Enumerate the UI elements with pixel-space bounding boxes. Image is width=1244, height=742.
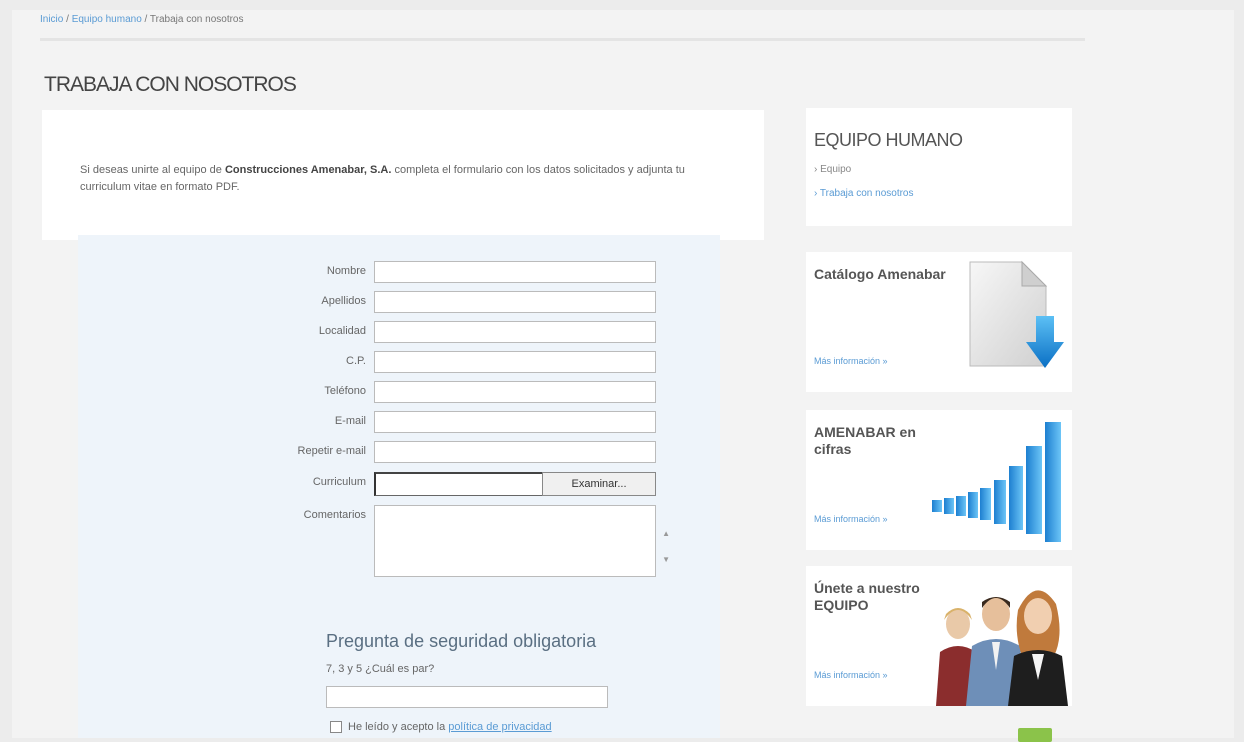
breadcrumb-divider <box>40 38 1085 41</box>
breadcrumb-current: Trabaja con nosotros <box>149 14 244 25</box>
form-row-localidad: Localidad <box>78 321 678 343</box>
bar-chart-icon <box>932 422 1061 542</box>
telefono-input[interactable] <box>374 381 656 403</box>
comentarios-textarea[interactable] <box>374 505 656 577</box>
intro-text-before: Si deseas unirte al equipo de <box>80 164 225 176</box>
form-row-telefono: Teléfono <box>78 381 678 403</box>
security-question-text: 7, 3 y 5 ¿Cuál es par? <box>326 663 435 675</box>
team-people-image <box>936 590 1068 706</box>
intro-box: Si deseas unirte al equipo de Construcci… <box>42 110 764 240</box>
equipo-link[interactable]: › Equipo <box>814 164 851 175</box>
accept-privacy: He leído y acepto la política de privaci… <box>330 721 552 734</box>
privacy-policy-link[interactable]: política de privacidad <box>448 721 551 733</box>
application-form: Nombre Apellidos Localidad C.P. Teléfono… <box>78 235 720 738</box>
intro-text: Si deseas unirte al equipo de Construcci… <box>80 162 710 196</box>
email-input[interactable] <box>374 411 656 433</box>
equipo-humano-box: EQUIPO HUMANO › Equipo › Trabaja con nos… <box>806 108 1072 226</box>
cp-input[interactable] <box>374 351 656 373</box>
form-row-email: E-mail <box>78 411 678 433</box>
form-row-cp: C.P. <box>78 351 678 373</box>
cp-label: C.P. <box>346 355 366 367</box>
breadcrumb-home-link[interactable]: Inicio <box>40 14 63 25</box>
accept-privacy-text: He leído y acepto la <box>348 721 449 733</box>
repetir-email-input[interactable] <box>374 441 656 463</box>
promo-unete[interactable]: Únete a nuestro EQUIPO Más información » <box>806 566 1072 706</box>
scroll-top-button[interactable] <box>1018 728 1052 742</box>
intro-company: Construcciones Amenabar, S.A. <box>224 164 392 176</box>
promo-catalogo-title: Catálogo Amenabar <box>814 266 946 282</box>
form-row-comentarios: Comentarios ▲ ▼ <box>78 505 678 579</box>
apellidos-label: Apellidos <box>321 295 366 307</box>
breadcrumb: Inicio / Equipo humano / Trabaja con nos… <box>40 14 244 25</box>
form-row-curriculum: Curriculum Examinar... <box>78 472 678 496</box>
telefono-label: Teléfono <box>324 385 366 397</box>
promo-catalogo[interactable]: Catálogo Amenabar Más información » <box>806 252 1072 392</box>
promo-cifras-more-link[interactable]: Más información » <box>814 514 888 524</box>
scroll-down-icon[interactable]: ▼ <box>662 555 670 564</box>
page-title: TRABAJA CON NOSOTROS <box>44 73 297 96</box>
localidad-input[interactable] <box>374 321 656 343</box>
curriculum-file-input[interactable] <box>374 472 542 496</box>
repetir-email-label: Repetir e-mail <box>297 445 366 457</box>
form-row-nombre: Nombre <box>78 261 678 283</box>
pdf-download-icon <box>969 260 1064 368</box>
security-question-title: Pregunta de seguridad obligatoria <box>326 631 597 651</box>
equipo-humano-title: EQUIPO HUMANO <box>814 130 963 150</box>
promo-catalogo-more-link[interactable]: Más información » <box>814 356 888 366</box>
trabaja-link[interactable]: › Trabaja con nosotros <box>814 188 914 199</box>
apellidos-input[interactable] <box>374 291 656 313</box>
localidad-label: Localidad <box>318 325 366 337</box>
breadcrumb-equipo-link[interactable]: Equipo humano <box>72 14 142 25</box>
comentarios-label: Comentarios <box>303 509 366 521</box>
curriculum-label: Curriculum <box>312 476 366 488</box>
form-row-apellidos: Apellidos <box>78 291 678 313</box>
form-row-repetir-email: Repetir e-mail <box>78 441 678 463</box>
email-label: E-mail <box>334 415 366 427</box>
nombre-input[interactable] <box>374 261 656 283</box>
promo-unete-more-link[interactable]: Más información » <box>814 670 888 680</box>
accept-privacy-checkbox[interactable] <box>330 721 342 734</box>
browse-button[interactable]: Examinar... <box>542 472 656 496</box>
promo-cifras[interactable]: AMENABAR en cifras Más información » <box>806 410 1072 550</box>
security-answer-input[interactable] <box>326 686 608 708</box>
nombre-label: Nombre <box>326 265 366 277</box>
scroll-up-icon[interactable]: ▲ <box>662 529 670 538</box>
